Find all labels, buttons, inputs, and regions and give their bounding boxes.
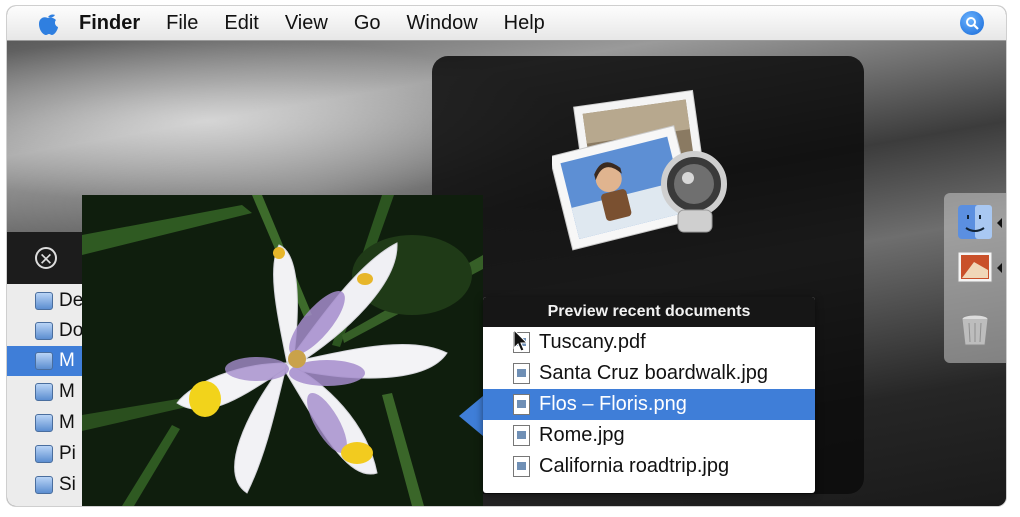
- recent-document-item[interactable]: Rome.jpg: [483, 420, 815, 451]
- menu-view[interactable]: View: [285, 12, 328, 35]
- preview-icon[interactable]: [956, 248, 994, 286]
- sidebar-item-label: De: [59, 290, 84, 311]
- running-indicator: [997, 218, 1002, 228]
- menu-window[interactable]: Window: [407, 12, 478, 35]
- sidebar-item-label: M: [59, 412, 75, 433]
- sidebar-item-label: Do: [59, 320, 84, 341]
- recent-documents-title: Preview recent documents: [483, 297, 815, 327]
- recent-document-label: Rome.jpg: [539, 424, 625, 446]
- recent-document-label: Flos – Floris.png: [539, 393, 687, 415]
- finder-icon[interactable]: [956, 203, 994, 241]
- sidebar-item[interactable]: Do: [7, 316, 89, 346]
- sidebar-item-label: Pi: [59, 443, 76, 464]
- sites-folder-icon: [35, 476, 53, 494]
- documents-folder-icon: [35, 322, 53, 340]
- folder-icon: [35, 383, 53, 401]
- finder-window: ✕ De Do M M M Pi Si: [7, 232, 89, 506]
- sidebar-item[interactable]: Pi: [7, 439, 89, 469]
- recent-document-item-selected[interactable]: Flos – Floris.png: [483, 389, 815, 420]
- recent-document-item[interactable]: Tuscany.pdf: [483, 327, 815, 358]
- recent-document-label: Tuscany.pdf: [539, 331, 646, 353]
- screen: Finder File Edit View Go Window Help ✕ D…: [7, 6, 1006, 506]
- popup-pointer-arrow: [459, 396, 483, 436]
- menu-file[interactable]: File: [166, 12, 198, 35]
- recent-document-item[interactable]: California roadtrip.jpg: [483, 451, 815, 482]
- image-document-icon: [513, 456, 530, 477]
- image-document-icon: [513, 394, 530, 415]
- sidebar-item[interactable]: M: [7, 408, 89, 438]
- dock: [944, 193, 1006, 363]
- sidebar-item-label: Si: [59, 474, 76, 495]
- close-icon[interactable]: ✕: [35, 247, 57, 269]
- sidebar-item[interactable]: Si: [7, 470, 89, 500]
- finder-window-titlebar: ✕: [7, 232, 89, 284]
- image-document-icon: [513, 425, 530, 446]
- image-document-icon: [513, 363, 530, 384]
- mouse-pointer-icon: [513, 329, 529, 352]
- recent-documents-menu: Preview recent documents Tuscany.pdf San…: [483, 297, 815, 493]
- sidebar-item-label: M: [59, 381, 75, 402]
- preview-app-icon: [548, 88, 732, 258]
- menu-edit[interactable]: Edit: [224, 12, 258, 35]
- sidebar-item[interactable]: De: [7, 286, 89, 316]
- trash-icon[interactable]: [956, 311, 994, 349]
- apple-logo-icon[interactable]: [35, 10, 61, 36]
- flower-photo-preview: [82, 195, 483, 506]
- sidebar-item-selected[interactable]: M: [7, 346, 89, 376]
- menu-bar: Finder File Edit View Go Window Help: [7, 6, 1006, 41]
- sidebar-item[interactable]: M: [7, 377, 89, 407]
- recent-document-label: Santa Cruz boardwalk.jpg: [539, 362, 769, 384]
- folder-icon: [35, 414, 53, 432]
- recent-document-item[interactable]: Santa Cruz boardwalk.jpg: [483, 358, 815, 389]
- menu-go[interactable]: Go: [354, 12, 381, 35]
- menu-help[interactable]: Help: [504, 12, 545, 35]
- running-indicator: [997, 263, 1002, 273]
- sidebar-item-label: M: [59, 350, 75, 371]
- recent-document-label: California roadtrip.jpg: [539, 455, 730, 477]
- menu-app-name[interactable]: Finder: [79, 12, 140, 35]
- folder-icon: [35, 352, 53, 370]
- pictures-folder-icon: [35, 445, 53, 463]
- desktop-folder-icon: [35, 292, 53, 310]
- spotlight-search-icon[interactable]: [960, 11, 984, 35]
